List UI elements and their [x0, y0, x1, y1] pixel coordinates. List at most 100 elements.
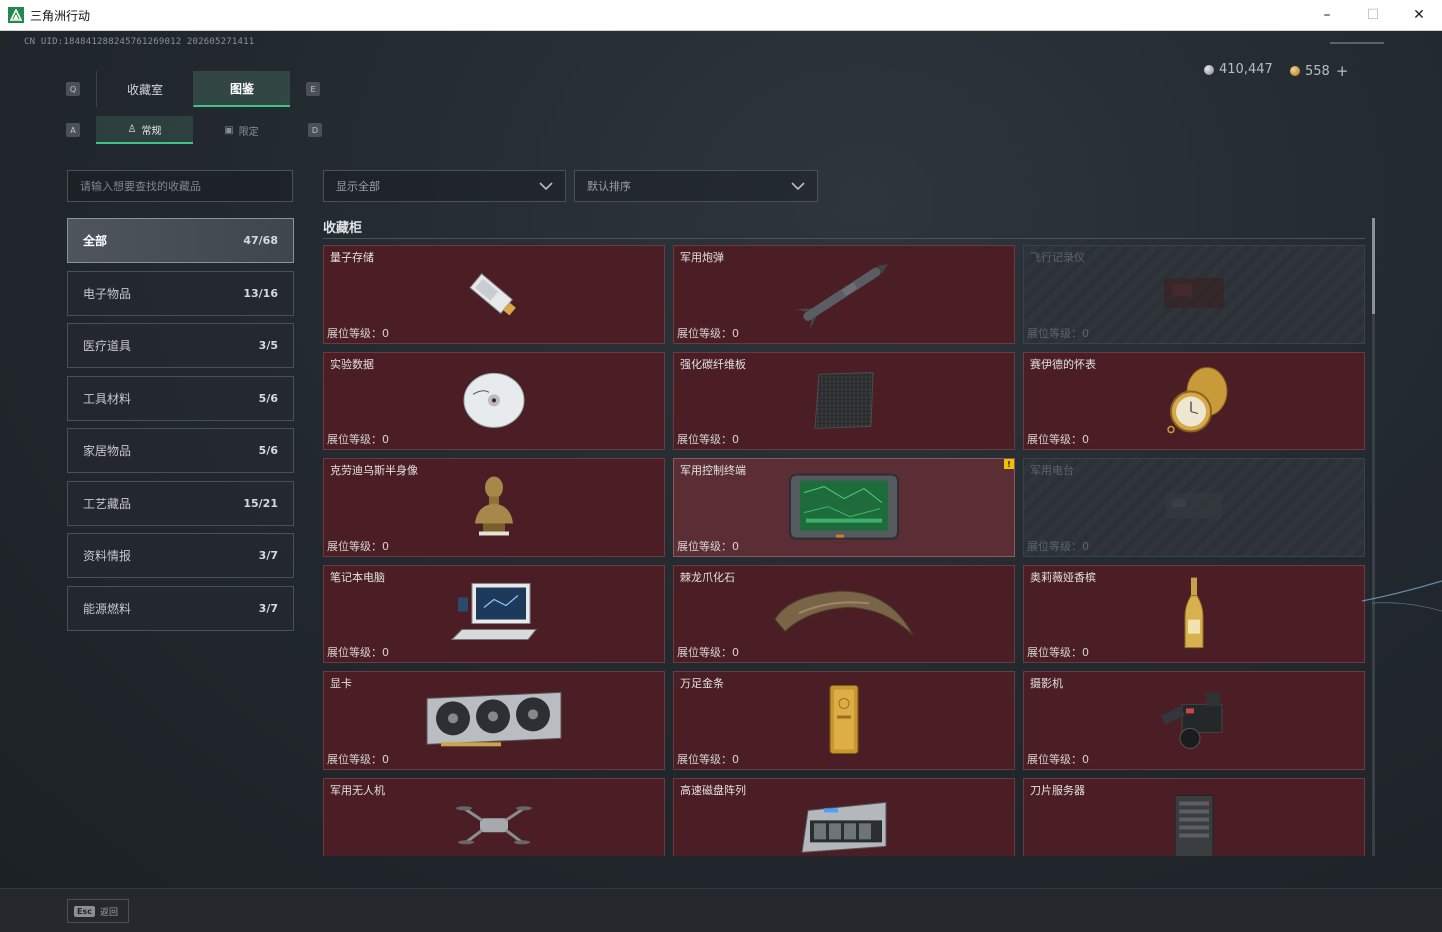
item-card[interactable]: 军用炮弹 展位等级：0 [673, 245, 1015, 344]
top-decoration-line [1330, 42, 1384, 44]
collection-grid: 量子存储 展位等级：0 军用炮弹 展位等级：0 飞行记录仪 展位等级：0 实验数… [323, 245, 1365, 856]
item-card[interactable]: 摄影机 展位等级：0 [1023, 671, 1365, 770]
back-button[interactable]: Esc 返回 [67, 899, 129, 923]
item-level: 展位等级：0 [677, 539, 739, 553]
item-card[interactable]: 刀片服务器 展位等级：0 [1023, 777, 1365, 856]
item-level: 展位等级：0 [327, 752, 389, 766]
search-input[interactable]: 请输入想要查找的收藏品 [67, 170, 293, 202]
item-card[interactable]: 量子存储 展位等级：0 [323, 245, 665, 344]
add-currency-button[interactable]: + [1336, 62, 1349, 80]
subtab-limited[interactable]: ▣ 限定 [193, 116, 290, 144]
category-medical[interactable]: 医疗道具 3/5 [67, 323, 294, 368]
category-count: 47/68 [243, 234, 278, 247]
claw-fossil-icon [769, 583, 919, 647]
back-label: 返回 [99, 907, 118, 918]
item-name: 万足金条 [680, 677, 724, 690]
window-title: 三角洲行动 [30, 8, 91, 23]
category-energy[interactable]: 能源燃料 3/7 [67, 585, 294, 631]
item-card[interactable]: 万足金条 展位等级：0 [673, 671, 1015, 770]
champagne-icon [1179, 575, 1209, 655]
category-all[interactable]: 全部 47/68 [67, 218, 294, 263]
maximize-button[interactable]: ☐ [1350, 0, 1396, 31]
category-count: 5/6 [258, 444, 278, 457]
category-list: 全部 47/68 电子物品 13/16 医疗道具 3/5 工具材料 5/6 家居… [67, 218, 294, 638]
background-glow-decoration [1362, 580, 1442, 612]
silver-currency: 410,447 [1204, 62, 1273, 77]
gold-coin-icon [1290, 66, 1300, 76]
item-name: 量子存储 [330, 251, 374, 264]
gold-bar-icon [826, 684, 862, 760]
gold-currency: 558 + [1290, 62, 1348, 80]
category-label: 全部 [83, 234, 108, 248]
category-count: 15/21 [243, 496, 278, 510]
item-name: 笔记本电脑 [330, 570, 385, 584]
item-card[interactable]: 赛伊德的怀表 展位等级：0 [1023, 351, 1365, 450]
item-card[interactable]: 克劳迪乌斯半身像 展位等级：0 [323, 458, 665, 557]
category-crafts[interactable]: 工艺藏品 15/21 [67, 480, 294, 526]
item-card[interactable]: 军用控制终端 ! 展位等级：0 [673, 458, 1015, 557]
filter-dropdown-value: 显示全部 [336, 180, 380, 193]
silver-coin-icon [1204, 64, 1214, 75]
item-level: 展位等级：0 [677, 646, 739, 659]
disc-icon [459, 368, 529, 436]
key-hint-d: D [308, 123, 322, 137]
camera-icon [1156, 687, 1232, 757]
category-count: 5/6 [258, 391, 278, 405]
carbon-plate-icon [809, 368, 879, 436]
minimize-button[interactable]: – [1304, 0, 1350, 31]
item-card[interactable]: 飞行记录仪 展位等级：0 [1023, 245, 1365, 344]
category-electronics[interactable]: 电子物品 13/16 [67, 270, 294, 316]
item-card[interactable]: 实验数据 展位等级：0 [323, 351, 665, 450]
category-label: 能源燃料 [83, 601, 132, 616]
category-intel[interactable]: 资料情报 3/7 [67, 533, 294, 578]
item-name: 奥莉薇娅香槟 [1030, 570, 1096, 584]
category-count: 3/7 [258, 549, 278, 562]
bottle-icon: ♙ [127, 123, 137, 135]
bust-icon [469, 472, 519, 546]
item-card[interactable]: 棘龙爪化石 展位等级：0 [673, 564, 1015, 663]
section-title: 收藏柜 [323, 221, 363, 236]
category-household[interactable]: 家居物品 5/6 [67, 428, 294, 473]
item-card[interactable]: 军用电台 展位等级：0 [1023, 458, 1365, 557]
item-card[interactable]: 显卡 展位等级：0 [323, 671, 665, 770]
category-count: 13/16 [243, 286, 278, 300]
filter-dropdown[interactable]: 显示全部 [323, 170, 566, 202]
app-logo-icon [8, 7, 24, 23]
item-card[interactable]: 高速磁盘阵列 展位等级：0 [673, 777, 1015, 856]
esc-key-icon: Esc [74, 905, 95, 917]
category-count: 3/7 [258, 601, 278, 615]
sort-dropdown[interactable]: 默认排序 [574, 170, 818, 202]
close-button[interactable]: ✕ [1396, 0, 1442, 31]
item-card[interactable]: 军用无人机 展位等级：0 [323, 777, 665, 856]
item-card[interactable]: 笔记本电脑 展位等级：0 [323, 564, 665, 663]
item-name: 军用无人机 [330, 783, 385, 797]
item-card[interactable]: 强化碳纤维板 展位等级：0 [673, 351, 1015, 450]
key-hint-q: Q [66, 82, 80, 96]
section-divider [323, 238, 1365, 239]
item-card[interactable]: 奥莉薇娅香槟 展位等级：0 [1023, 564, 1365, 663]
tab-collection-room[interactable]: 收藏室 [96, 71, 193, 107]
item-name: 赛伊德的怀表 [1030, 357, 1096, 371]
item-name: 军用炮弹 [680, 251, 724, 264]
item-name: 显卡 [330, 677, 352, 690]
frame-icon: ▣ [224, 124, 234, 136]
recorder-icon [1154, 268, 1234, 322]
item-name: 刀片服务器 [1030, 783, 1085, 797]
item-name: 高速磁盘阵列 [680, 783, 746, 797]
tab-catalog[interactable]: 图鉴 [193, 71, 290, 107]
disk-array-icon [794, 794, 894, 856]
category-tools[interactable]: 工具材料 5/6 [67, 375, 294, 421]
scrollbar-thumb[interactable] [1372, 218, 1375, 314]
subtab-regular[interactable]: ♙ 常规 [96, 116, 193, 144]
collection-screen: CN UID:184841288245761269012 20260527141… [0, 31, 1442, 888]
usb-icon [459, 262, 529, 330]
laptop-icon [444, 577, 544, 653]
category-label: 工具材料 [83, 391, 132, 406]
item-level: 展位等级：0 [1027, 752, 1089, 766]
new-badge: ! [1004, 459, 1014, 469]
item-level: 展位等级：0 [1027, 326, 1089, 340]
gpu-icon [421, 689, 567, 755]
chevron-down-icon [791, 182, 805, 191]
chevron-down-icon [539, 182, 553, 191]
silver-amount: 410,447 [1219, 62, 1273, 77]
